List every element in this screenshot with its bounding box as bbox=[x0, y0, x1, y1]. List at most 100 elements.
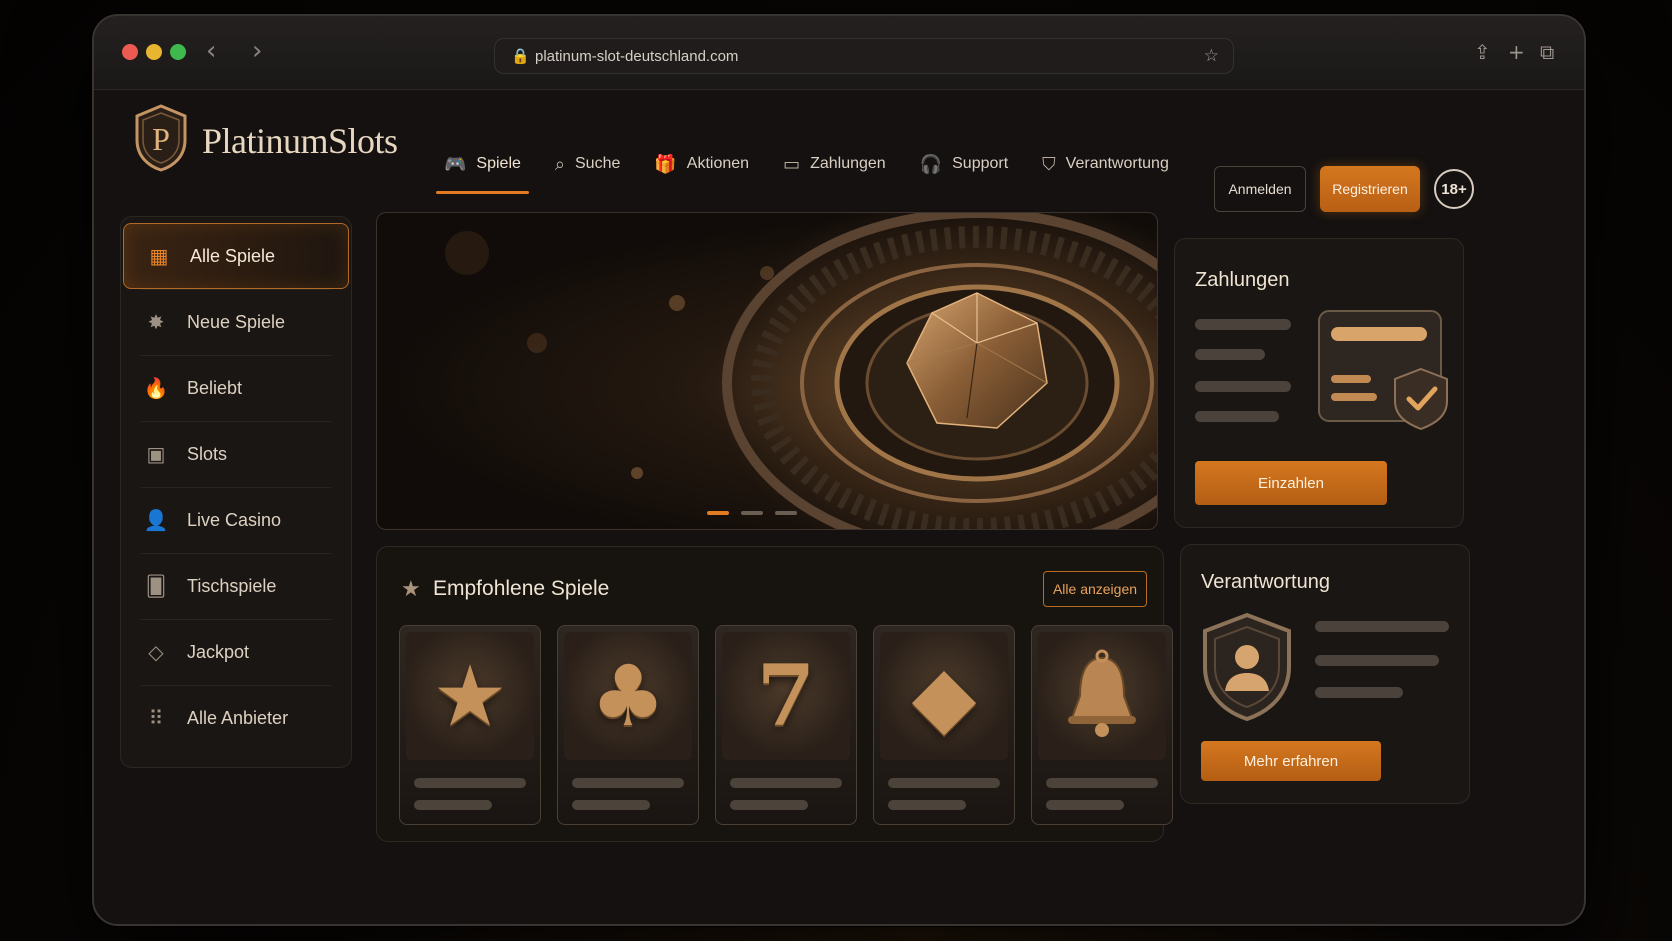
shield-icon: ⛉ bbox=[1042, 153, 1056, 175]
sidebar-item-alle-anbieter[interactable]: ⠿ Alle Anbieter bbox=[121, 685, 351, 751]
featured-games: ★ Empfohlene Spiele Alle anzeigen ★ ♣ 7 bbox=[376, 546, 1173, 842]
share-icon[interactable]: ⇪ bbox=[1474, 40, 1491, 64]
stage: ‹ › 🔒 platinum-slot-deutschland.com ☆ ⇪ … bbox=[0, 0, 1672, 941]
url-text: platinum-slot-deutschland.com bbox=[535, 48, 739, 65]
sidebar-item-label: Alle Anbieter bbox=[187, 707, 289, 728]
deposit-button[interactable]: Einzahlen bbox=[1195, 461, 1387, 505]
top-navigation: 🎮 Spiele ⌕ Suche 🎁 Aktionen ▭ Zahlungen … bbox=[436, 134, 1169, 194]
nav-label: Spiele bbox=[476, 155, 521, 172]
payment-card-icon bbox=[1318, 310, 1448, 431]
placeholder-line bbox=[1195, 349, 1265, 360]
nav-suche[interactable]: ⌕ Suche bbox=[555, 134, 620, 194]
show-all-button[interactable]: Alle anzeigen bbox=[1043, 571, 1147, 607]
sidebar-item-jackpot[interactable]: ◇ Jackpot bbox=[121, 619, 351, 685]
sidebar-item-label: Live Casino bbox=[187, 509, 282, 530]
new-tab-icon[interactable]: + bbox=[1508, 40, 1525, 64]
placeholder-line bbox=[730, 800, 808, 810]
minimize-window-button[interactable] bbox=[146, 44, 162, 60]
user-shield-icon bbox=[1203, 612, 1291, 722]
slot-777-icon: ▣ bbox=[146, 442, 166, 466]
gamepad-icon: 🎮 bbox=[444, 153, 467, 175]
sidebar-item-label: Beliebt bbox=[187, 377, 243, 398]
game-tile[interactable]: ♣ bbox=[557, 625, 699, 825]
placeholder-line bbox=[730, 778, 842, 788]
sidebar-item-live-casino[interactable]: 👤 Live Casino bbox=[121, 487, 351, 553]
lock-icon: 🔒 bbox=[511, 47, 530, 65]
dots-grid-icon: ⠿ bbox=[148, 706, 164, 730]
cards-icon: 🂠 bbox=[145, 574, 167, 598]
close-window-button[interactable] bbox=[122, 44, 138, 60]
nav-aktionen[interactable]: 🎁 Aktionen bbox=[654, 134, 749, 194]
game-tile[interactable]: 7 bbox=[715, 625, 857, 825]
star-icon: ★ bbox=[401, 577, 421, 602]
flame-icon: 🔥 bbox=[143, 376, 169, 400]
nav-spiele[interactable]: 🎮 Spiele bbox=[436, 134, 529, 194]
placeholder-line bbox=[1046, 800, 1124, 810]
chevron-right-icon[interactable]: › bbox=[252, 36, 262, 66]
learn-more-button[interactable]: Mehr erfahren bbox=[1201, 741, 1381, 781]
gem-icon: ◆ bbox=[911, 647, 977, 745]
sidebar-item-neue-spiele[interactable]: ✸ Neue Spiele bbox=[121, 289, 351, 355]
sidebar-item-tischspiele[interactable]: 🂠 Tischspiele bbox=[121, 553, 351, 619]
nav-label: Verantwortung bbox=[1065, 155, 1169, 172]
nav-verantwortung[interactable]: ⛉ Verantwortung bbox=[1042, 134, 1169, 194]
placeholder-line bbox=[1046, 778, 1158, 788]
nav-zahlungen[interactable]: ▭ Zahlungen bbox=[783, 134, 886, 194]
tabs-overview-icon[interactable]: ⧉ bbox=[1540, 40, 1554, 64]
responsibility-title: Verantwortung bbox=[1201, 571, 1330, 593]
game-tiles: ★ ♣ 7 ◆ bbox=[399, 625, 1173, 825]
card-icon: ▭ bbox=[783, 153, 801, 175]
brand-name: PlatinumSlots bbox=[202, 121, 398, 161]
payments-card: Zahlungen Einzahlen bbox=[1174, 238, 1464, 528]
sidebar-item-label: Jackpot bbox=[187, 641, 250, 662]
hero-banner[interactable] bbox=[376, 212, 1158, 530]
chevron-left-icon[interactable]: ‹ bbox=[206, 36, 216, 66]
placeholder-line bbox=[1195, 381, 1291, 392]
sidebar-item-beliebt[interactable]: 🔥 Beliebt bbox=[121, 355, 351, 421]
sidebar-item-label: Slots bbox=[187, 443, 228, 464]
bell-icon bbox=[1068, 649, 1136, 737]
placeholder-line bbox=[1315, 687, 1403, 698]
diamond-icon: ◇ bbox=[148, 640, 164, 664]
placeholder-line bbox=[572, 778, 684, 788]
sidebar-item-slots[interactable]: ▣ Slots bbox=[121, 421, 351, 487]
game-tile[interactable] bbox=[1031, 625, 1173, 825]
sidebar-item-label: Alle Spiele bbox=[190, 245, 276, 266]
placeholder-line bbox=[1315, 655, 1439, 666]
carousel-dot[interactable] bbox=[741, 511, 763, 515]
sidebar-item-label: Tischspiele bbox=[187, 575, 277, 596]
carousel-dot[interactable] bbox=[707, 511, 729, 515]
sidebar: ▦ Alle Spiele ✸ Neue Spiele 🔥 Beliebt ▣ … bbox=[120, 216, 352, 768]
logo-shield-icon: P bbox=[135, 104, 187, 172]
nav-label: Suche bbox=[575, 155, 621, 172]
payments-title: Zahlungen bbox=[1195, 269, 1290, 291]
gift-icon: 🎁 bbox=[654, 153, 677, 175]
dealer-icon: 👤 bbox=[143, 508, 169, 532]
grid-icon: ▦ bbox=[149, 244, 169, 268]
placeholder-line bbox=[1195, 319, 1291, 330]
headset-icon: 🎧 bbox=[919, 153, 943, 175]
sidebar-item-alle-spiele[interactable]: ▦ Alle Spiele bbox=[123, 223, 349, 289]
sidebar-item-label: Neue Spiele bbox=[187, 311, 286, 332]
placeholder-line bbox=[888, 778, 1000, 788]
responsibility-card: Verantwortung Mehr erfahren bbox=[1180, 544, 1470, 804]
register-button[interactable]: Registrieren bbox=[1320, 166, 1420, 212]
clover-icon: ♣ bbox=[590, 647, 666, 745]
login-button[interactable]: Anmelden bbox=[1214, 166, 1306, 212]
site-logo[interactable]: P PlatinumSlots bbox=[134, 104, 424, 174]
seven-icon: 7 bbox=[756, 646, 816, 745]
nav-label: Aktionen bbox=[686, 155, 750, 172]
logo-letter: P bbox=[152, 121, 170, 157]
bookmark-star-icon[interactable]: ☆ bbox=[1204, 46, 1219, 66]
nav-label: Support bbox=[952, 155, 1009, 172]
maximize-window-button[interactable] bbox=[170, 44, 186, 60]
game-tile[interactable]: ◆ bbox=[873, 625, 1015, 825]
star-icon: ★ bbox=[432, 647, 508, 745]
featured-title: Empfohlene Spiele bbox=[433, 577, 610, 600]
search-icon: ⌕ bbox=[554, 153, 565, 175]
nav-support[interactable]: 🎧 Support bbox=[920, 134, 1008, 194]
game-tile[interactable]: ★ bbox=[399, 625, 541, 825]
roulette-gem-artwork bbox=[445, 213, 1157, 529]
address-bar[interactable]: 🔒 platinum-slot-deutschland.com ☆ bbox=[494, 38, 1234, 74]
carousel-dot[interactable] bbox=[775, 511, 797, 515]
